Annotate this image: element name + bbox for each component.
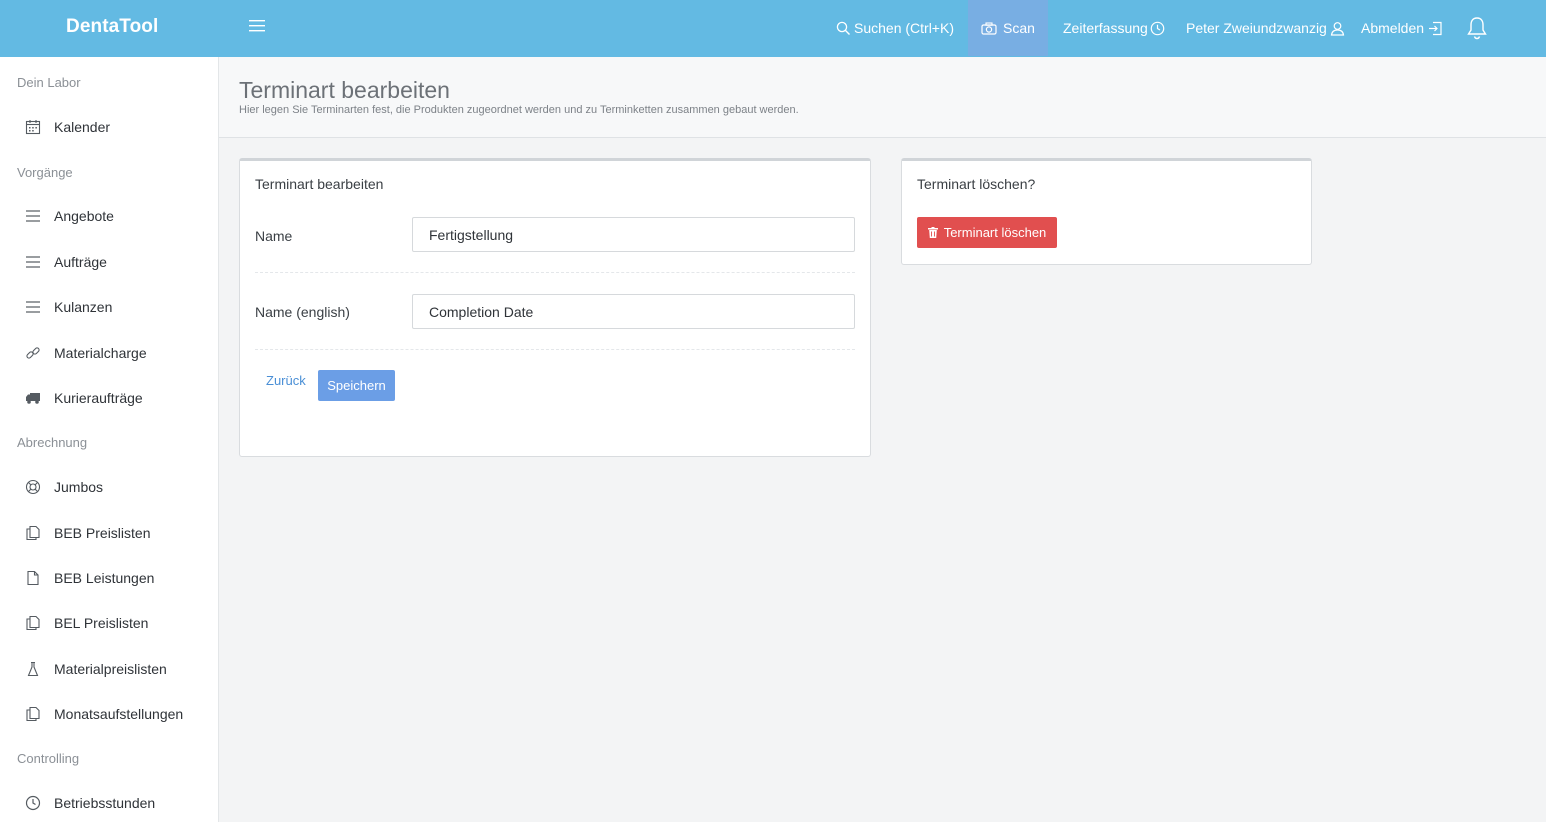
sidebar-item-auftraege[interactable]: Aufträge (24, 251, 107, 273)
list-icon (24, 298, 42, 316)
logout-button[interactable]: Abmelden (1361, 0, 1443, 56)
sidebar-item-kulanzen[interactable]: Kulanzen (24, 296, 112, 318)
clock-icon (24, 794, 42, 812)
link-icon (24, 344, 42, 362)
documents-icon (24, 614, 42, 632)
sidebar-section-title: Abrechnung (17, 435, 88, 450)
page-title: Terminart bearbeiten (239, 77, 450, 103)
name-label: Name (255, 228, 293, 244)
sidebar-section-title: Dein Labor (17, 75, 81, 90)
camera-icon (981, 21, 997, 35)
delete-button[interactable]: Terminart löschen (917, 217, 1057, 248)
sidebar-item-label: BEB Preislisten (54, 525, 151, 541)
sidebar-item-label: Kulanzen (54, 299, 113, 315)
sidebar-item-label: Aufträge (54, 254, 107, 270)
sidebar-item-beb-preislisten[interactable]: BEB Preislisten (24, 522, 150, 544)
delete-button-label: Terminart löschen (943, 225, 1047, 240)
sidebar-item-materialpreislisten[interactable]: Materialpreislisten (24, 658, 167, 680)
page-header: Terminart bearbeiten Hier legen Sie Term… (219, 57, 1546, 138)
logout-label: Abmelden (1361, 20, 1425, 36)
search-icon (836, 21, 850, 35)
delete-card: Terminart löschen? Terminart löschen (901, 158, 1312, 265)
sidebar-item-label: BEL Preislisten (54, 615, 149, 631)
bell-icon (1467, 17, 1487, 40)
scan-button[interactable]: Scan (968, 0, 1048, 56)
sidebar-section-title: Vorgänge (17, 165, 73, 180)
flask-icon (24, 660, 42, 678)
sidebar: Dein Labor Kalender Vorgänge Angebote Au… (0, 57, 219, 822)
sidebar-item-monatsaufstellungen[interactable]: Monatsaufstellungen (24, 703, 183, 725)
documents-icon (24, 524, 42, 542)
scan-label: Scan (1003, 20, 1035, 36)
sidebar-item-betriebsstunden[interactable]: Betriebsstunden (24, 792, 155, 814)
list-icon (24, 207, 42, 225)
time-tracking-button[interactable]: Zeiterfassung (1063, 0, 1165, 56)
user-name: Peter Zweiundzwanzig (1186, 20, 1327, 36)
sidebar-item-jumbos[interactable]: Jumbos (24, 476, 103, 498)
name-input[interactable] (412, 217, 855, 252)
edit-form-card: Terminart bearbeiten Name Name (english)… (239, 158, 871, 457)
trash-icon (927, 227, 938, 238)
brand-logo[interactable]: DentaTool (66, 16, 158, 38)
sidebar-item-label: Materialpreislisten (54, 661, 167, 677)
sidebar-item-label: Kalender (54, 119, 111, 135)
search-button[interactable]: Suchen (Ctrl+K) (836, 0, 954, 56)
sidebar-item-label: Jumbos (54, 479, 104, 495)
delete-card-title: Terminart löschen? (917, 176, 1036, 192)
sidebar-item-materialcharge[interactable]: Materialcharge (24, 342, 147, 364)
name-english-input[interactable] (412, 294, 855, 329)
form-divider (255, 349, 855, 350)
clock-icon (1150, 21, 1165, 35)
sidebar-item-angebote[interactable]: Angebote (24, 205, 114, 227)
form-divider (255, 272, 855, 273)
truck-icon (24, 389, 42, 407)
sidebar-item-beb-leistungen[interactable]: BEB Leistungen (24, 567, 154, 589)
user-icon (1330, 21, 1345, 36)
sidebar-item-kalender[interactable]: Kalender (24, 116, 110, 138)
menu-toggle-button[interactable] (249, 19, 265, 33)
user-menu[interactable]: Peter Zweiundzwanzig (1186, 0, 1345, 56)
sidebar-item-label: Kurieraufträge (54, 390, 143, 406)
sidebar-item-label: Angebote (54, 208, 114, 224)
document-icon (24, 569, 42, 587)
list-icon (24, 253, 42, 271)
top-navbar: DentaTool Suchen (Ctrl+K) Scan Zeiterfas… (0, 0, 1546, 57)
sidebar-section-title: Controlling (17, 751, 80, 766)
search-label: Suchen (Ctrl+K) (854, 20, 954, 36)
sidebar-item-kurierauftraege[interactable]: Kurieraufträge (24, 387, 143, 409)
save-button[interactable]: Speichern (318, 370, 395, 401)
lifebuoy-icon (24, 478, 42, 496)
edit-card-title: Terminart bearbeiten (255, 176, 384, 192)
time-tracking-label: Zeiterfassung (1063, 20, 1148, 36)
sidebar-item-label: Materialcharge (54, 345, 147, 361)
name-english-label: Name (english) (255, 304, 350, 320)
back-link[interactable]: Zurück (266, 373, 306, 388)
notifications-button[interactable] (1466, 0, 1488, 56)
page-subtitle: Hier legen Sie Terminarten fest, die Pro… (239, 104, 799, 116)
calendar-icon (24, 118, 42, 136)
sidebar-item-bel-preislisten[interactable]: BEL Preislisten (24, 612, 148, 634)
sidebar-item-label: Monatsaufstellungen (54, 706, 184, 722)
sidebar-item-label: Betriebsstunden (54, 795, 156, 811)
hamburger-icon (249, 20, 265, 32)
sidebar-item-label: BEB Leistungen (54, 570, 155, 586)
logout-icon (1429, 21, 1442, 35)
documents-icon (24, 705, 42, 723)
